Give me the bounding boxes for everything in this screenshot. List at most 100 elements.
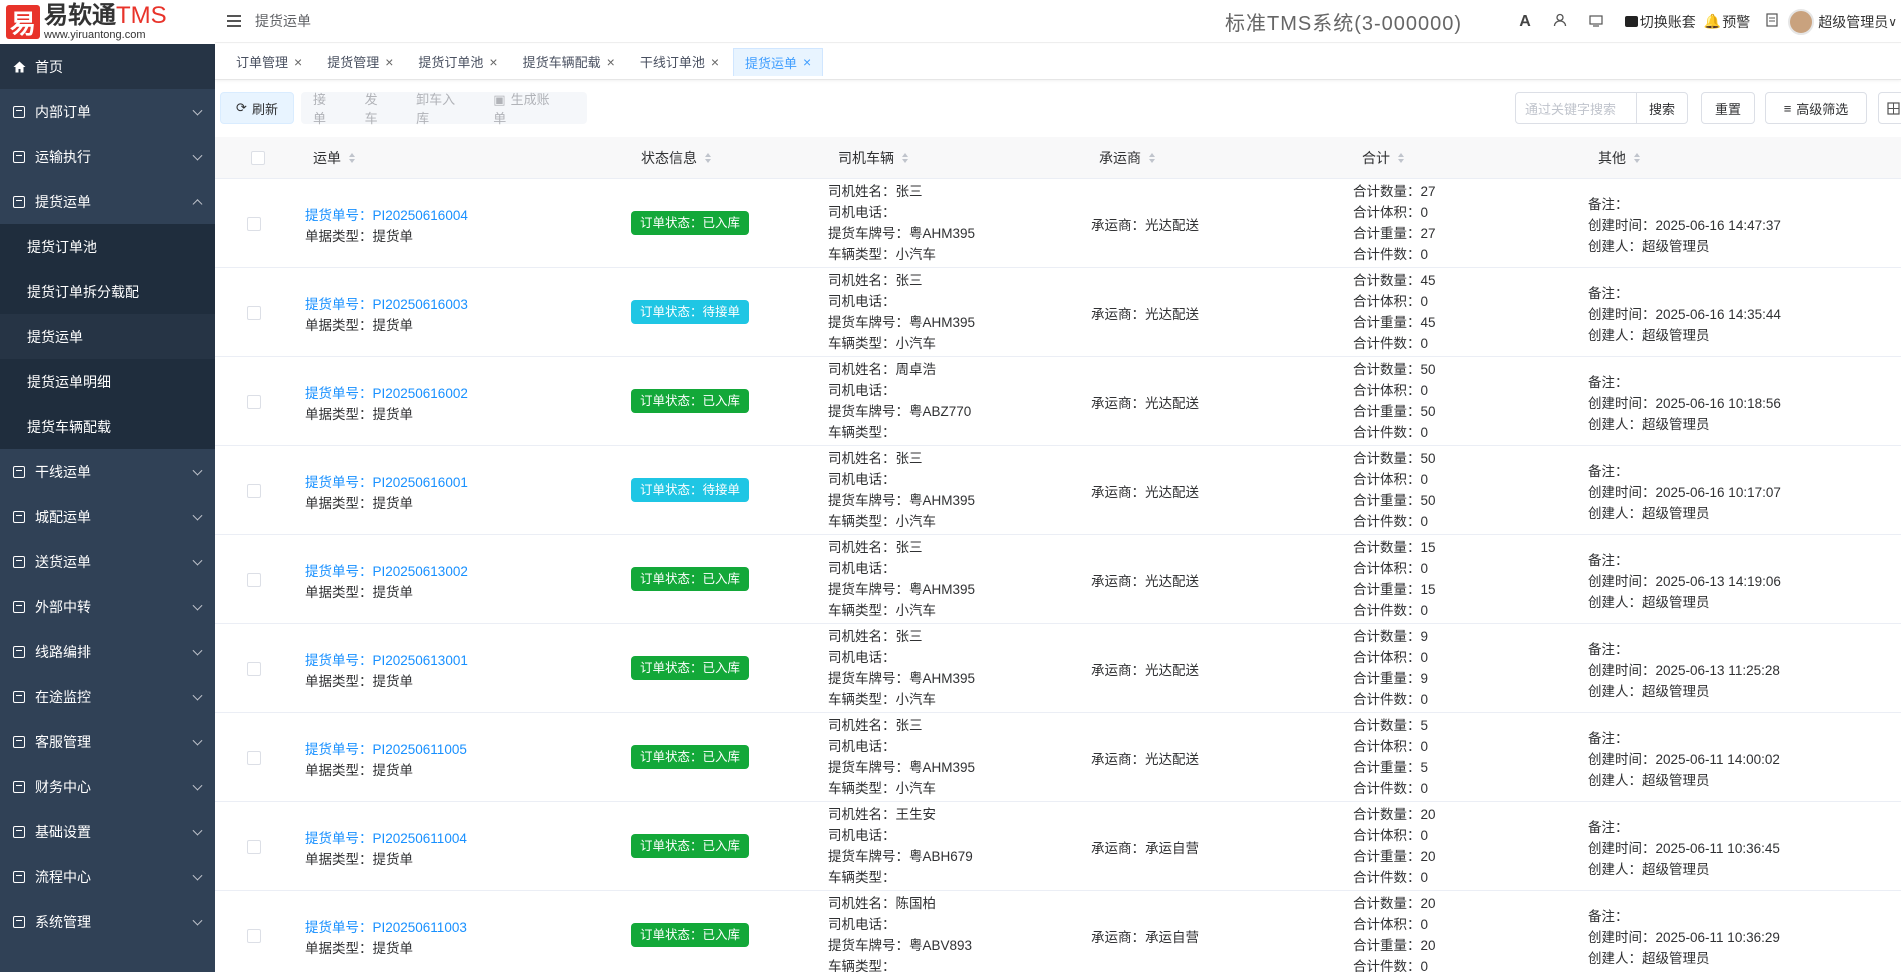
sidebar-item[interactable]: 客服管理 [0,719,215,764]
tab[interactable]: 订单管理 × [225,48,313,76]
table-row[interactable]: 提货单号：PI20250616004 单据类型：提货单 订单状态：已入库 司机姓名：张… [215,179,1901,268]
alert-button[interactable]: 🔔 预警 [1704,12,1750,32]
breadcrumb[interactable]: 提货运单 [255,11,311,31]
generate-bill-button[interactable]: ▣ 生成账单 [493,89,587,127]
row-checkbox[interactable] [247,751,261,765]
sort-icon[interactable] [1398,152,1404,163]
doc-type: 提货单 [372,674,414,689]
column-header[interactable]: 司机车辆 [838,148,908,168]
row-checkbox[interactable] [247,217,261,231]
sidebar-item[interactable]: 提货订单拆分载配 [0,269,215,314]
sidebar-item[interactable]: 提货运单明细 [0,359,215,404]
chevron-down-icon[interactable]: ∨ [1888,15,1897,29]
search-button[interactable]: 搜索 [1636,92,1688,124]
driver-name: 王生安 [895,807,937,822]
column-header[interactable]: 状态信息 [641,148,711,168]
column-header[interactable]: 承运商 [1099,148,1155,168]
unload-button[interactable]: 卸车入库 [416,89,467,127]
total-weight: 50 [1420,493,1436,508]
advanced-filter-button[interactable]: ≡ 高级筛选 [1765,92,1867,124]
total-weight: 27 [1420,226,1436,241]
table-row[interactable]: 提货单号：PI20250616003 单据类型：提货单 订单状态：待接单 司机姓名：张… [215,268,1901,357]
menu-toggle-icon[interactable] [227,15,241,27]
close-icon[interactable]: × [489,54,497,70]
table-row[interactable]: 提货单号：PI20250611003 单据类型：提货单 订单状态：已入库 司机姓名：陈… [215,891,1901,972]
sidebar-item[interactable]: 运输执行 [0,134,215,179]
tab[interactable]: 干线订单池 × [629,48,730,76]
close-icon[interactable]: × [607,54,615,70]
order-link[interactable]: 提货单号：PI20250616003 [305,294,468,315]
sort-icon[interactable] [705,152,711,163]
dispatch-button[interactable]: 发车 [365,89,391,127]
reset-button[interactable]: 重置 [1701,92,1755,124]
document-icon[interactable] [1766,12,1778,32]
order-link[interactable]: 提货单号：PI20250611003 [305,917,467,938]
sort-icon[interactable] [902,152,908,163]
close-icon[interactable]: × [803,54,811,70]
sidebar-item[interactable]: 干线运单 [0,449,215,494]
sidebar-item[interactable]: 提货订单池 [0,224,215,269]
sidebar-item[interactable]: 提货车辆配载 [0,404,215,449]
column-header[interactable]: 运单 [313,148,355,168]
row-checkbox[interactable] [247,306,261,320]
sidebar-item[interactable]: 首页 [0,44,215,89]
row-checkbox[interactable] [247,929,261,943]
sidebar-item[interactable]: 线路编排 [0,629,215,674]
sidebar-item[interactable]: 基础设置 [0,809,215,854]
table-row[interactable]: 提货单号：PI20250613002 单据类型：提货单 订单状态：已入库 司机姓名：张… [215,535,1901,624]
table-row[interactable]: 提货单号：PI20250611004 单据类型：提货单 订单状态：已入库 司机姓名：王… [215,802,1901,891]
carrier-cell: 承运商：光达配送 [1091,218,1199,233]
order-link[interactable]: 提货单号：PI20250613002 [305,561,468,582]
search-input[interactable]: 通过关键字搜索 [1515,92,1637,124]
plate-number: 粤AHM395 [909,760,976,775]
message-icon[interactable] [1589,12,1603,32]
close-icon[interactable]: × [711,54,719,70]
close-icon[interactable]: × [385,54,393,70]
sort-icon[interactable] [1634,152,1640,163]
sort-icon[interactable] [349,152,355,163]
tab[interactable]: 提货车辆配载 × [512,48,626,76]
sidebar-item[interactable]: 流程中心 [0,854,215,899]
order-link[interactable]: 提货单号：PI20250616001 [305,472,468,493]
order-link[interactable]: 提货单号：PI20250613001 [305,650,468,671]
close-icon[interactable]: × [294,54,302,70]
user-icon[interactable] [1553,12,1567,32]
sidebar-item[interactable]: 提货运单 [0,314,215,359]
user-name[interactable]: 超级管理员 [1818,12,1888,32]
font-size-icon[interactable]: A [1519,13,1531,31]
order-link[interactable]: 提货单号：PI20250611005 [305,739,467,760]
sidebar-item[interactable]: 城配运单 [0,494,215,539]
tab[interactable]: 提货管理 × [316,48,404,76]
avatar[interactable] [1788,8,1815,35]
sidebar-item[interactable]: 送货运单 [0,539,215,584]
table-row[interactable]: 提货单号：PI20250616002 单据类型：提货单 订单状态：已入库 司机姓名：周… [215,357,1901,446]
select-all-checkbox[interactable] [251,150,265,165]
table-row[interactable]: 提货单号：PI20250611005 单据类型：提货单 订单状态：已入库 司机姓名：张… [215,713,1901,802]
row-checkbox[interactable] [247,484,261,498]
tab[interactable]: 提货运单 × [733,47,824,76]
sidebar-item[interactable]: 外部中转 [0,584,215,629]
row-checkbox[interactable] [247,573,261,587]
sidebar-item[interactable]: 财务中心 [0,764,215,809]
order-link[interactable]: 提货单号：PI20250616004 [305,205,468,226]
order-link[interactable]: 提货单号：PI20250616002 [305,383,468,404]
sidebar-item[interactable]: 提货运单 [0,179,215,224]
refresh-button[interactable]: ⟳ 刷新 [220,92,294,124]
sort-icon[interactable] [1149,152,1155,163]
row-checkbox[interactable] [247,840,261,854]
table-row[interactable]: 提货单号：PI20250613001 单据类型：提货单 订单状态：已入库 司机姓名：张… [215,624,1901,713]
order-link[interactable]: 提货单号：PI20250611004 [305,828,467,849]
tab-label: 干线订单池 [639,55,705,70]
row-checkbox[interactable] [247,662,261,676]
sidebar-item[interactable]: 内部订单 [0,89,215,134]
column-header[interactable]: 合计 [1362,148,1404,168]
column-header[interactable]: 其他 [1598,148,1640,168]
switch-account-button[interactable]: 切换账套 [1624,12,1696,32]
column-settings-icon[interactable] [1878,92,1901,124]
row-checkbox[interactable] [247,395,261,409]
tab[interactable]: 提货订单池 × [407,48,508,76]
sidebar-item[interactable]: 在途监控 [0,674,215,719]
table-row[interactable]: 提货单号：PI20250616001 单据类型：提货单 订单状态：待接单 司机姓名：张… [215,446,1901,535]
accept-button[interactable]: 接单 [313,89,339,127]
sidebar-item[interactable]: 系统管理 [0,899,215,944]
